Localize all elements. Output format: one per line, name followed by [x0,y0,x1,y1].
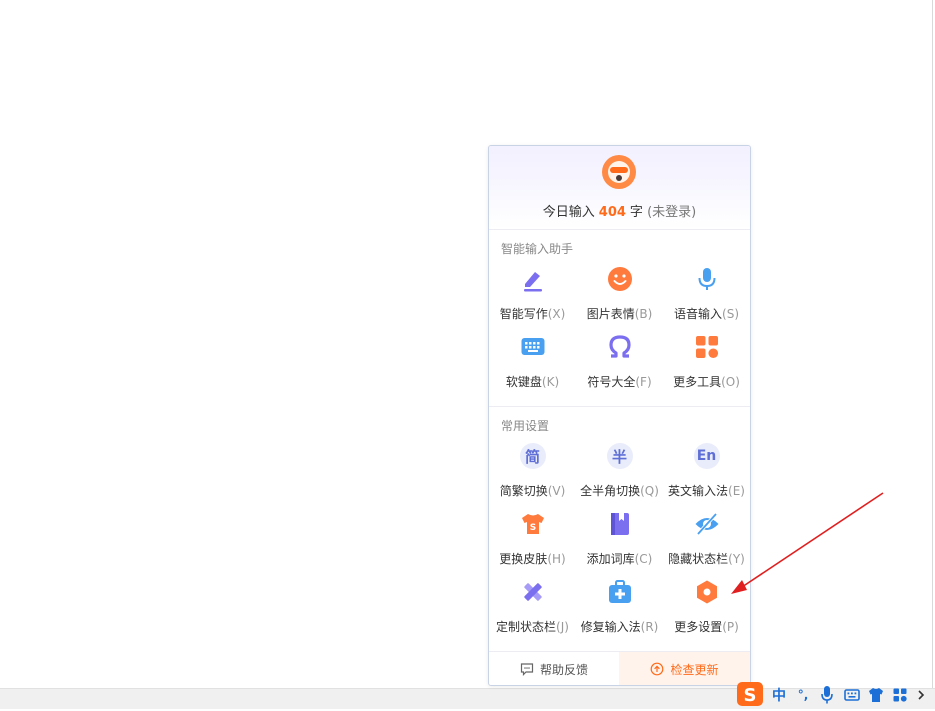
shortcut: (Q) [640,484,659,498]
shortcut: (B) [634,307,653,321]
menu-item-change-skin[interactable]: S 更换皮肤(H) [489,503,576,571]
help-feedback-label: 帮助反馈 [539,662,588,677]
grid-tools-icon [695,336,718,359]
hex-gear-icon [696,580,717,604]
en-char-icon: En [693,443,720,469]
eye-hidden-icon [695,512,718,536]
label: 智能写作 [499,307,548,321]
ban-char-icon: 半 [606,443,633,469]
label: 全半角切换 [580,484,641,498]
label: 英文输入法 [668,484,729,498]
menu-item-soft-keyboard[interactable]: 软键盘(K) [489,326,576,394]
jian-char-icon: 简 [519,443,546,469]
sogou-logo-icon[interactable]: S [736,680,764,708]
keyboard-icon[interactable] [844,685,860,705]
mic-icon[interactable] [820,685,834,705]
avatar[interactable] [602,155,636,189]
annotation-arrow [731,492,884,594]
omega-icon [608,335,631,358]
label: 定制状态栏 [496,620,557,634]
label: 更换皮肤 [499,552,548,566]
avatar-nose [616,175,622,181]
help-feedback-button[interactable]: 帮助反馈 [489,652,619,685]
label: 语音输入 [674,307,723,321]
menu-item-simplified-traditional[interactable]: 简 简繁切换(V) [489,435,576,503]
menu-item-add-dictionary[interactable]: 添加词库(C) [576,503,663,571]
menu-item-customize-statusbar[interactable]: 定制状态栏(J) [489,571,576,639]
shortcut: (C) [634,552,653,566]
chevron-right-icon[interactable] [916,685,926,705]
login-status[interactable]: (未登录) [647,205,696,220]
tshirt-icon: S [521,514,544,534]
lang-toggle[interactable]: 中 [770,685,788,705]
today-prefix: 今日输入 [542,205,595,220]
menu-item-smart-writing[interactable]: 智能写作(X) [489,258,576,326]
label: 软键盘 [505,375,542,389]
shortcut: (Y) [728,552,745,566]
menu-item-full-half-width[interactable]: 半 全半角切换(Q) [576,435,663,503]
medkit-icon [608,580,631,603]
assistant-grid: 智能写作(X) 图片表情(B) 语音输入(S) 软键盘(K) 符号大全(F) 更… [489,258,750,394]
panel-header: 今日输入 404 字 (未登录) [489,146,750,230]
ime-statusbar: S 中 °, [734,680,934,710]
settings-grid: 简 简繁切换(V) 半 全半角切换(Q) En 英文输入法(E) S 更换皮肤(… [489,435,750,639]
ruler-pencil-icon [523,583,542,601]
microphone-icon [698,268,715,290]
menu-item-english-input[interactable]: En 英文输入法(E) [663,435,750,503]
shortcut: (E) [728,484,745,498]
label: 修复输入法 [580,620,641,634]
menu-item-more-tools[interactable]: 更多工具(O) [663,326,750,394]
label: 添加词库 [586,552,635,566]
menu-item-more-settings[interactable]: 更多设置(P) [663,571,750,639]
avatar-goggle [610,167,628,173]
arrow-up-circle-icon [651,662,664,676]
section-title-assistant: 智能输入助手 [501,242,574,256]
menu-item-symbols[interactable]: 符号大全(F) [576,326,663,394]
shortcut: (P) [722,620,739,634]
menu-item-voice-input[interactable]: 语音输入(S) [663,258,750,326]
label: 隐藏状态栏 [668,552,729,566]
menu-item-repair-ime[interactable]: 修复输入法(R) [576,571,663,639]
shortcut: (K) [541,375,560,389]
skin-tshirt-icon[interactable] [868,685,884,705]
label: 图片表情 [586,307,635,321]
shortcut: (S) [722,307,739,321]
today-input-count: 今日输入 404 字 (未登录) [489,201,750,220]
pen-write-icon [523,272,542,292]
today-count: 404 [598,205,626,220]
menu-item-image-emoji[interactable]: 图片表情(B) [576,258,663,326]
punct-toggle[interactable]: °, [794,685,812,705]
label: 更多设置 [674,620,723,634]
shortcut: (H) [547,552,566,566]
shortcut: (F) [635,375,652,389]
check-update-label: 检查更新 [670,662,719,677]
label: 符号大全 [587,375,636,389]
shortcut: (X) [547,307,566,321]
label: 简繁切换 [499,484,548,498]
shortcut: (O) [721,375,740,389]
shortcut: (V) [547,484,566,498]
check-update-button[interactable]: 检查更新 [619,652,750,685]
book-icon [610,513,629,535]
svg-text:S: S [744,685,757,706]
label: 更多工具 [673,375,722,389]
panel-footer: 帮助反馈 检查更新 [489,651,750,685]
chat-bubble-icon [520,663,534,676]
section-title-settings: 常用设置 [501,419,550,433]
keyboard-icon [521,338,544,355]
today-unit: 字 [629,205,643,220]
section-divider [489,406,750,407]
smiley-icon [607,267,632,291]
window-right-border [932,0,933,688]
menu-item-hide-statusbar[interactable]: 隐藏状态栏(Y) [663,503,750,571]
shortcut: (J) [556,620,569,634]
shortcut: (R) [640,620,659,634]
ime-menu-panel: 今日输入404字 (未登录) 智能输入助手 智能写作(X) 图片表情(B) [488,145,751,686]
toolbox-grid-icon[interactable] [892,685,908,705]
svg-text:S: S [529,523,535,533]
